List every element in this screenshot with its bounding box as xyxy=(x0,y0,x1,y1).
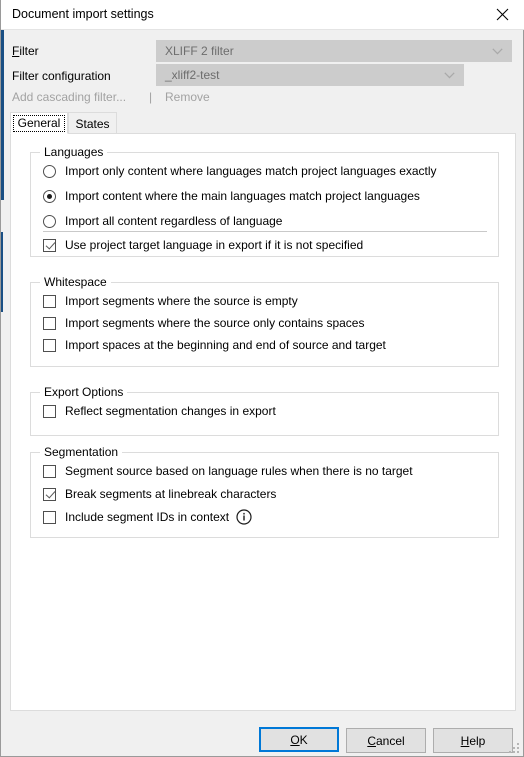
ok-button-label: OK xyxy=(290,732,308,747)
checkbox-label: Segment source based on language rules w… xyxy=(65,464,413,478)
checkbox-indicator xyxy=(43,510,56,524)
ok-button[interactable]: OK xyxy=(259,727,339,752)
checkbox-include-segment-ids[interactable]: Include segment IDs in context xyxy=(43,508,252,526)
checkbox-break-segments-linebreak[interactable]: Break segments at linebreak characters xyxy=(43,485,276,503)
whitespace-group: Whitespace Import segments where the sou… xyxy=(30,275,499,367)
whitespace-group-title: Whitespace xyxy=(40,275,111,289)
checkbox-import-spaces-only-source[interactable]: Import segments where the source only co… xyxy=(43,314,364,332)
add-cascading-filter-button[interactable]: Add cascading filter... xyxy=(12,90,126,104)
help-button-label: Help xyxy=(460,733,486,748)
cancel-button-label: Cancel xyxy=(367,733,405,748)
checkbox-import-leading-trailing-spaces[interactable]: Import spaces at the beginning and end o… xyxy=(43,336,386,354)
tab-states[interactable]: States xyxy=(68,112,117,134)
radio-import-exact-match[interactable]: Import only content where languages matc… xyxy=(43,162,437,180)
document-import-settings-dialog: Document import settings Filter XLIFF 2 … xyxy=(0,0,524,757)
chevron-down-icon xyxy=(440,71,458,79)
checkbox-indicator xyxy=(43,338,56,352)
checkbox-indicator xyxy=(43,294,56,308)
cascading-filter-separator: | xyxy=(149,90,153,104)
help-button[interactable]: Help xyxy=(433,728,513,753)
chevron-down-icon xyxy=(488,47,506,55)
radio-indicator xyxy=(43,164,56,178)
checkbox-import-empty-source[interactable]: Import segments where the source is empt… xyxy=(43,292,298,310)
languages-divider xyxy=(43,231,487,232)
filter-dropdown-value: XLIFF 2 filter xyxy=(165,44,234,58)
checkbox-indicator xyxy=(43,238,56,252)
checkbox-segment-source-language-rules[interactable]: Segment source based on language rules w… xyxy=(43,462,413,480)
filter-configuration-dropdown-value: _xliff2-test xyxy=(165,68,220,82)
window-left-border-accent xyxy=(1,30,4,200)
window-left-border-accent-lower xyxy=(1,232,3,312)
checkbox-label: Import spaces at the beginning and end o… xyxy=(65,338,386,352)
title-bar: Document import settings xyxy=(1,0,524,30)
radio-label: Import content where the main languages … xyxy=(65,189,420,203)
checkbox-label: Import segments where the source only co… xyxy=(65,316,365,330)
export-options-group-title: Export Options xyxy=(40,385,128,399)
close-icon xyxy=(496,8,509,21)
resize-grip[interactable] xyxy=(507,741,519,753)
checkbox-indicator xyxy=(43,316,56,330)
checkbox-use-project-target-language[interactable]: Use project target language in export if… xyxy=(43,236,363,254)
languages-group: Languages Import only content where lang… xyxy=(30,145,499,257)
checkbox-reflect-segmentation-changes[interactable]: Reflect segmentation changes in export xyxy=(43,402,276,420)
remove-cascading-filter-button[interactable]: Remove xyxy=(165,90,210,104)
filter-configuration-label: Filter configuration xyxy=(12,69,111,83)
checkbox-label: Import segments where the source is empt… xyxy=(65,294,298,308)
filter-label-rest: ilter xyxy=(19,44,39,58)
radio-indicator xyxy=(43,189,56,203)
filter-dropdown[interactable]: XLIFF 2 filter xyxy=(156,40,512,62)
cancel-button[interactable]: Cancel xyxy=(346,728,426,753)
checkbox-indicator xyxy=(43,487,56,501)
export-options-group: Export Options Reflect segmentation chan… xyxy=(30,385,499,436)
filter-label: Filter xyxy=(12,44,39,58)
tab-general[interactable]: General xyxy=(10,112,68,134)
tab-states-label: States xyxy=(75,116,110,131)
close-button[interactable] xyxy=(480,0,524,29)
languages-group-title: Languages xyxy=(40,145,108,159)
radio-import-all-content[interactable]: Import all content regardless of languag… xyxy=(43,212,282,230)
segmentation-group: Segmentation Segment source based on lan… xyxy=(30,445,499,538)
filter-configuration-dropdown[interactable]: _xliff2-test xyxy=(156,64,464,86)
checkbox-label: Use project target language in export if… xyxy=(65,238,364,252)
radio-label: Import all content regardless of languag… xyxy=(65,214,283,228)
checkbox-label: Reflect segmentation changes in export xyxy=(65,404,276,418)
general-tab-panel: Languages Import only content where lang… xyxy=(10,133,516,711)
checkbox-indicator xyxy=(43,404,56,418)
radio-import-main-language-match[interactable]: Import content where the main languages … xyxy=(43,187,420,205)
segmentation-group-title: Segmentation xyxy=(40,445,123,459)
checkbox-label: Include segment IDs in context xyxy=(65,510,230,524)
checkbox-indicator xyxy=(43,464,56,478)
checkbox-label: Break segments at linebreak characters xyxy=(65,487,277,501)
dialog-title: Document import settings xyxy=(12,7,154,21)
radio-indicator xyxy=(43,214,56,228)
info-icon[interactable] xyxy=(236,509,252,525)
tab-general-label: General xyxy=(17,116,61,130)
radio-label: Import only content where languages matc… xyxy=(65,164,437,178)
